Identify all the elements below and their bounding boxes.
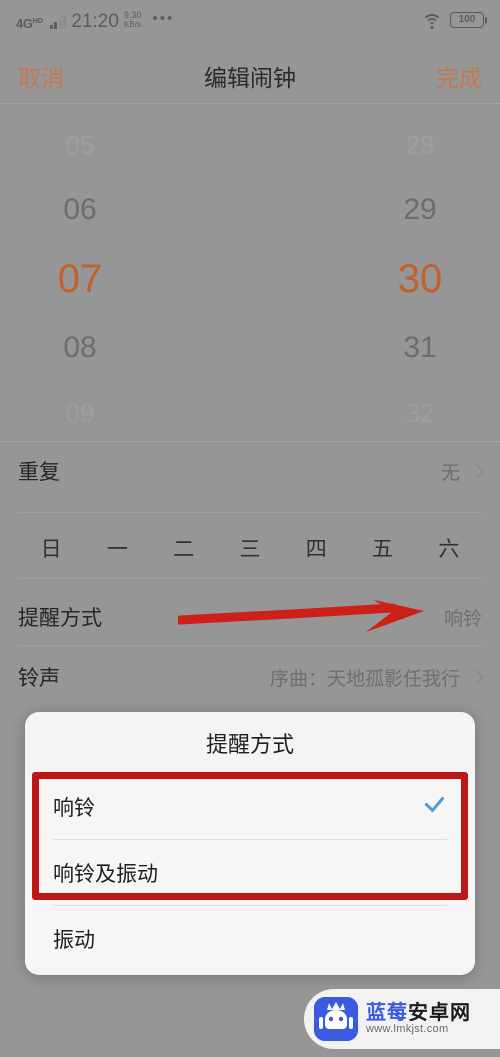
cancel-button[interactable]: 取消	[18, 59, 64, 93]
watermark-url: www.lmkjst.com	[366, 1022, 449, 1035]
check-icon	[421, 794, 447, 820]
dialog-option-label: 振动	[53, 928, 95, 952]
dialog-option-label: 响铃	[53, 796, 95, 820]
done-button[interactable]: 完成	[436, 59, 482, 93]
android-robot-icon	[314, 997, 358, 1041]
watermark-site-name: 蓝莓安卓网	[366, 1001, 471, 1024]
dialog-option-label: 响铃及振动	[53, 862, 158, 886]
watermark-text: 蓝莓安卓网 www.lmkjst.com	[366, 1001, 471, 1036]
reminder-method-dialog: 提醒方式 响铃 响铃及振动 振动	[25, 712, 475, 975]
dialog-title: 提醒方式	[205, 732, 294, 757]
watermark-name-dark: 安卓网	[408, 1001, 471, 1024]
dialog-option-ring-vibrate[interactable]: 响铃及振动	[25, 840, 475, 905]
watermark-name-blue: 蓝莓	[366, 1001, 408, 1024]
dialog-option-vibrate[interactable]: 振动	[25, 906, 475, 971]
watermark: 蓝莓安卓网 www.lmkjst.com	[304, 989, 500, 1049]
dialog-option-ring[interactable]: 响铃	[25, 774, 475, 839]
